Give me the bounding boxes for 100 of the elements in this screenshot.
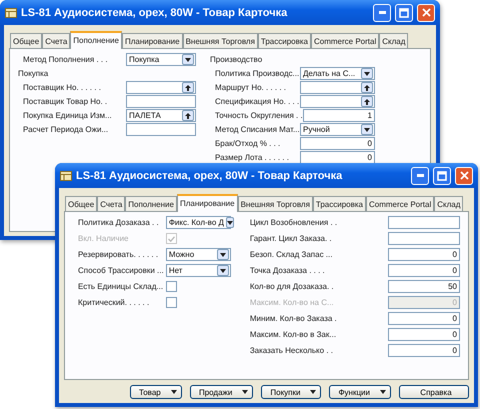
section-heading: Производство: [210, 55, 262, 64]
dropdown-field[interactable]: Ручной: [300, 123, 375, 136]
input-field[interactable]: 0: [388, 264, 460, 277]
dropdown-button[interactable]: [226, 217, 234, 228]
maximize-icon: [437, 170, 447, 180]
input-field[interactable]: 0: [388, 248, 460, 261]
dropdown-field[interactable]: Нет: [166, 264, 231, 277]
input-field[interactable]: 0: [300, 151, 375, 164]
dropdown-field[interactable]: Можно: [166, 248, 231, 261]
up-arrow-icon: [364, 84, 370, 90]
field-label: Поставщик Товар Но. .: [22, 97, 108, 106]
input-field[interactable]: 0: [388, 344, 460, 357]
checkbox[interactable]: [166, 281, 177, 292]
input-field[interactable]: [300, 81, 375, 94]
tab[interactable]: Пополнение: [125, 196, 177, 212]
lookup-button[interactable]: [361, 82, 373, 93]
lookup-button[interactable]: [182, 110, 194, 121]
menu-button[interactable]: Продажи: [190, 385, 254, 399]
lookup-button[interactable]: [361, 96, 373, 107]
window-icon: [5, 8, 17, 18]
dropdown-field[interactable]: Покупка: [126, 53, 196, 66]
input-field[interactable]: 1: [302, 109, 375, 122]
minimize-button[interactable]: [373, 4, 391, 22]
dropdown-button[interactable]: [216, 265, 229, 276]
caret-icon: [226, 220, 233, 224]
tab[interactable]: Счета: [97, 196, 126, 212]
input-field[interactable]: [126, 123, 196, 136]
window-icon: [60, 170, 72, 180]
field-label: Миним. Кол-во Заказа .: [248, 314, 338, 323]
dropdown-field[interactable]: Делать на С...: [300, 67, 375, 80]
maximize-button[interactable]: [433, 166, 451, 184]
tab[interactable]: Общее: [10, 33, 42, 49]
input-field[interactable]: 50: [388, 280, 460, 293]
close-icon: [422, 8, 430, 17]
up-arrow-icon: [185, 84, 191, 90]
minimize-icon: [416, 174, 424, 177]
field-label: Метод Пополнения . . .: [22, 55, 109, 64]
dropdown-button[interactable]: [361, 68, 373, 79]
dropdown-button[interactable]: [182, 54, 194, 65]
field-label: Цикл Возобновления . .: [248, 218, 338, 227]
close-button[interactable]: [455, 166, 473, 184]
menu-button[interactable]: Справка: [399, 385, 469, 399]
maximize-icon: [399, 8, 409, 18]
close-button[interactable]: [417, 4, 435, 22]
field-label: Гарант. Цикл Заказа. .: [248, 234, 333, 243]
caret-icon: [185, 58, 191, 62]
field-label: Точность Округления . .: [214, 111, 303, 120]
dropdown-field[interactable]: Фикс. Кол-во Д: [166, 216, 231, 229]
lookup-button[interactable]: [182, 82, 194, 93]
field-label: Поставщик Но. . . . . .: [22, 83, 102, 92]
input-field[interactable]: ПАЛЕТА: [126, 109, 196, 122]
field-label: Критический. . . . . .: [77, 298, 150, 307]
input-field[interactable]: [388, 216, 460, 229]
input-field[interactable]: [126, 95, 196, 108]
menu-button[interactable]: Покупки: [261, 385, 322, 399]
tab[interactable]: Общее: [65, 196, 98, 212]
field-label: Максим. Кол-во в Зак...: [248, 330, 338, 339]
input-field[interactable]: [300, 95, 375, 108]
input-field[interactable]: 0: [388, 312, 460, 325]
tab[interactable]: Трассировка: [312, 196, 366, 212]
checkmark-icon: [168, 236, 175, 242]
tab[interactable]: Планирование: [176, 194, 238, 212]
caret-icon: [242, 390, 248, 394]
caret-icon: [364, 128, 370, 132]
minimize-button[interactable]: [411, 166, 429, 184]
field-label: Вкл. Наличие: [77, 234, 130, 243]
field-label: Кол-во для Дозаказа. .: [248, 282, 335, 291]
up-arrow-icon: [364, 98, 370, 104]
tab[interactable]: Склад: [379, 33, 408, 49]
tab[interactable]: Commerce Portal: [366, 196, 434, 212]
field-label: Спецификация Но. . . .: [214, 97, 300, 106]
field-label: Покупка Единица Изм...: [22, 111, 113, 120]
tab[interactable]: Внешняя Торговля: [182, 33, 258, 49]
input-field[interactable]: [126, 81, 196, 94]
tab[interactable]: Commerce Portal: [310, 33, 380, 49]
input-field[interactable]: 0: [300, 137, 375, 150]
input-field[interactable]: 0: [388, 328, 460, 341]
caret-icon: [380, 390, 386, 394]
dropdown-button[interactable]: [361, 124, 373, 135]
caret-icon: [310, 390, 316, 394]
tab[interactable]: Склад: [434, 196, 464, 212]
maximize-button[interactable]: [395, 4, 413, 22]
caret-icon: [220, 268, 226, 272]
field-label: Точка Дозаказа . . . .: [248, 266, 326, 275]
tab[interactable]: Трассировка: [258, 33, 311, 49]
dropdown-button[interactable]: [216, 249, 229, 260]
field-label: Брак/Отход % . . .: [214, 139, 282, 148]
field-label: Есть Единицы Склад...: [77, 282, 164, 291]
tab[interactable]: Внешняя Торговля: [238, 196, 313, 212]
field-label: Максим. Кол-во на С...: [248, 298, 335, 307]
menu-button[interactable]: Функции: [329, 385, 391, 399]
menu-button[interactable]: Товар: [130, 385, 182, 399]
checkbox[interactable]: [166, 297, 177, 308]
caret-icon: [364, 72, 370, 76]
field-label: Политика Дозаказа . .: [77, 218, 160, 227]
tab[interactable]: Планирование: [122, 33, 183, 49]
tab[interactable]: Счета: [42, 33, 70, 49]
window-title: LS-81 Аудиосистема, орех, 80W - Товар Карточка: [76, 170, 344, 182]
input-field[interactable]: [388, 232, 460, 245]
tab[interactable]: Пополнение: [70, 31, 122, 49]
